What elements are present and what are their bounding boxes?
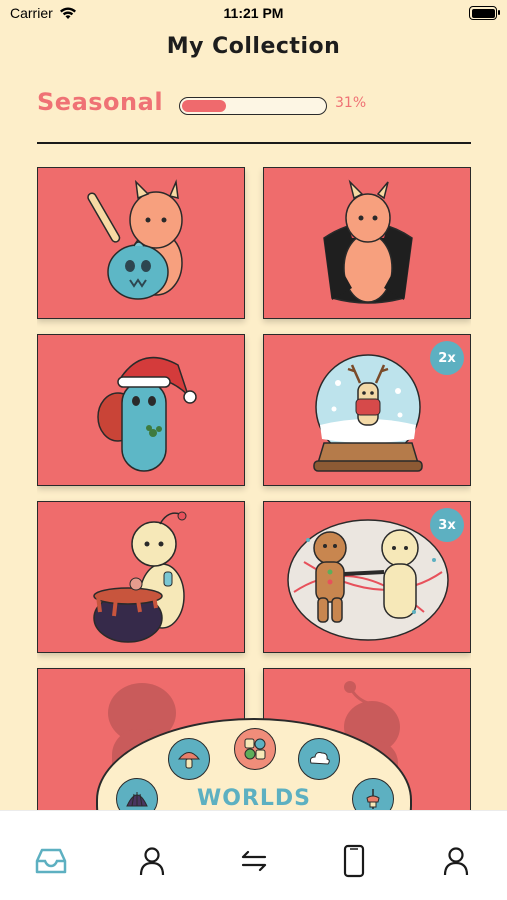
worlds-label: WORLDS xyxy=(196,786,312,811)
duplicate-count-badge: 3x xyxy=(430,508,464,542)
divider xyxy=(37,142,471,144)
cauldron-sprite-figure xyxy=(93,511,187,643)
status-bar: Carrier 11:21 PM xyxy=(0,0,507,28)
vampire-cape-bunny-figure xyxy=(323,179,413,304)
page-title: My Collection xyxy=(166,34,341,59)
seasonal-icon[interactable] xyxy=(234,728,276,770)
clock: 11:21 PM xyxy=(223,5,284,21)
collectible-card[interactable] xyxy=(37,334,245,486)
tab-device[interactable] xyxy=(334,841,374,881)
progress-bar xyxy=(179,97,327,115)
mushroom-icon[interactable] xyxy=(168,738,210,780)
inbox-tray-icon xyxy=(35,848,67,874)
person-icon xyxy=(139,847,165,876)
person-icon xyxy=(443,847,469,876)
collectible-card[interactable] xyxy=(37,501,245,653)
progress-fill xyxy=(182,100,227,112)
collection-grid: 2x 3x xyxy=(37,167,471,810)
tab-account[interactable] xyxy=(436,841,476,881)
tab-bar xyxy=(0,810,507,900)
tab-trade[interactable] xyxy=(234,841,274,881)
collectible-card[interactable] xyxy=(263,167,471,319)
poison-apple-bunny-figure xyxy=(87,179,183,300)
collectible-card[interactable]: 3x xyxy=(263,501,471,653)
tab-profile[interactable] xyxy=(132,841,172,881)
collectible-card[interactable] xyxy=(37,167,245,319)
phone-icon xyxy=(343,844,365,878)
battery-icon xyxy=(469,6,500,20)
swap-arrows-icon xyxy=(241,850,267,872)
santa-hat-creature-figure xyxy=(97,356,197,472)
section-label[interactable]: Seasonal xyxy=(37,88,163,116)
duplicate-count-badge: 2x xyxy=(430,341,464,375)
progress-text: 31% xyxy=(335,95,367,111)
section-header: Seasonal 31% xyxy=(37,88,470,122)
collectible-card[interactable]: 2x xyxy=(263,334,471,486)
cloud-icon[interactable] xyxy=(298,738,340,780)
tab-collection[interactable] xyxy=(31,841,71,881)
